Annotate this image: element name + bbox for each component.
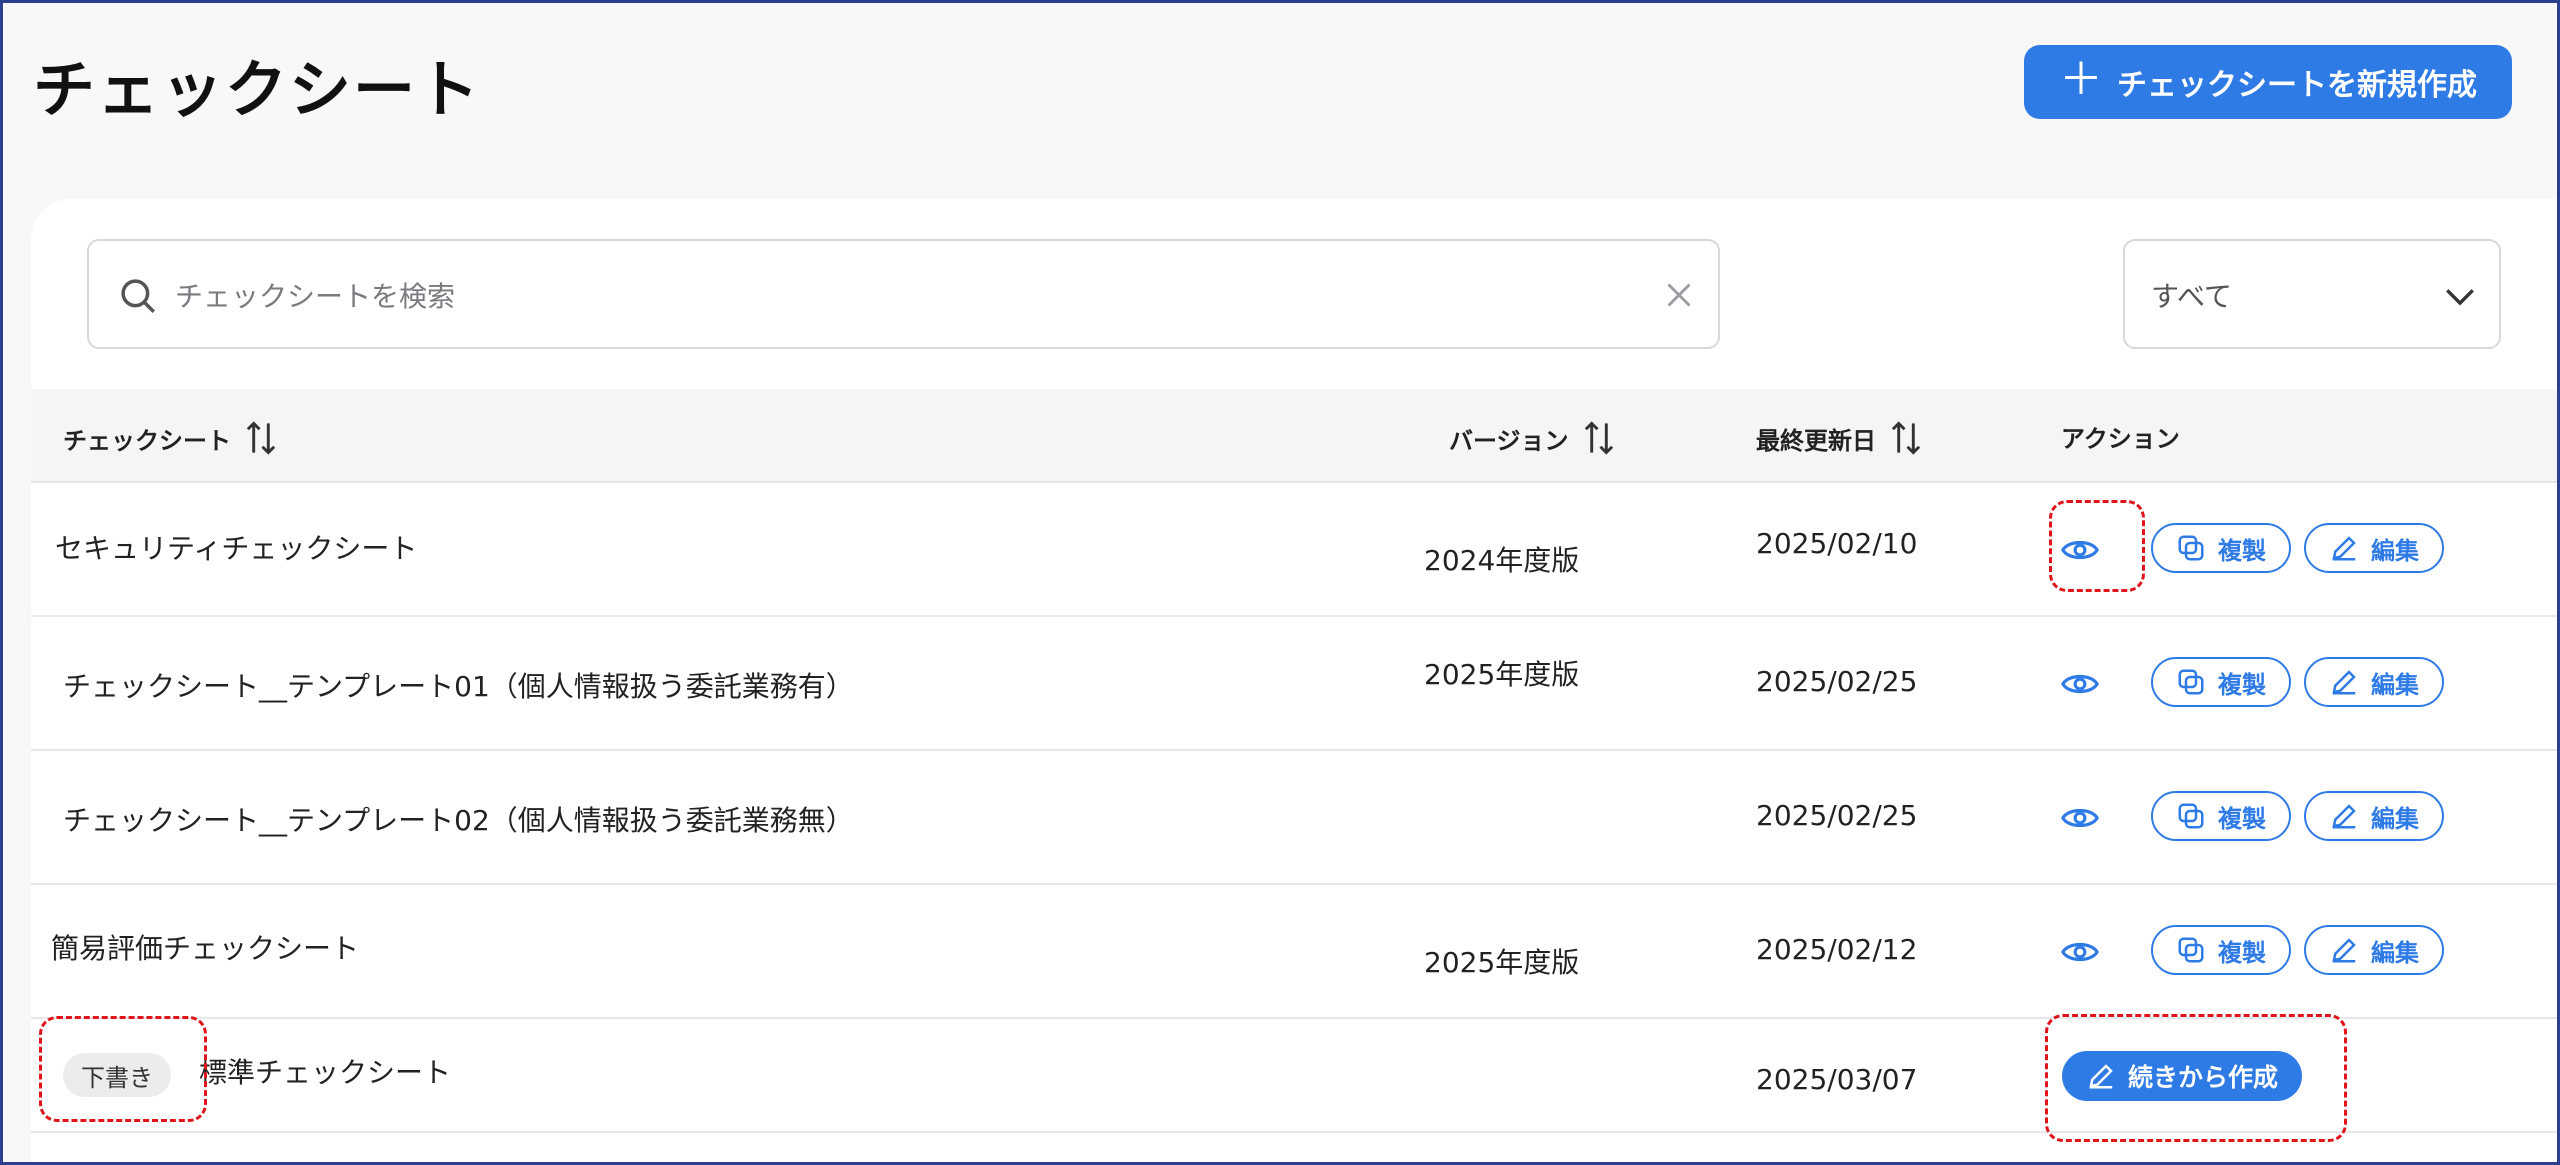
view-button[interactable] bbox=[2051, 659, 2109, 709]
plus-icon: ＋ bbox=[2059, 54, 2103, 105]
view-button[interactable] bbox=[2051, 525, 2109, 575]
row-version: 2025年度版 bbox=[1424, 946, 1580, 979]
duplicate-button[interactable]: 複製 bbox=[2151, 523, 2291, 573]
eye-icon bbox=[2061, 808, 2099, 828]
clear-icon[interactable] bbox=[1661, 277, 1697, 313]
edit-button[interactable]: 編集 bbox=[2304, 925, 2444, 975]
pencil-icon bbox=[2089, 1064, 2113, 1089]
row-name[interactable]: セキュリティチェックシート bbox=[55, 527, 417, 567]
column-header-version[interactable]: バージョン bbox=[1449, 419, 1617, 457]
row-updated: 2025/02/25 bbox=[1756, 799, 1918, 832]
table-header: チェックシート バージョン 最終更新日 アクション bbox=[31, 389, 2557, 483]
row-version: 2024年度版 bbox=[1424, 544, 1580, 577]
view-button[interactable] bbox=[2051, 927, 2109, 977]
draft-badge: 下書き bbox=[63, 1053, 171, 1097]
pencil-icon bbox=[2332, 938, 2356, 963]
edit-button[interactable]: 編集 bbox=[2304, 657, 2444, 707]
table-row[interactable]: セキュリティチェックシート 2024年度版 2025/02/10 複製 編集 bbox=[31, 483, 2557, 617]
create-button-label: チェックシートを新規作成 bbox=[2117, 68, 2477, 103]
sort-icon bbox=[1584, 421, 1613, 455]
sort-icon bbox=[246, 421, 276, 455]
row-updated: 2025/02/12 bbox=[1756, 933, 1918, 966]
eye-icon bbox=[2061, 540, 2099, 560]
search-box bbox=[87, 239, 1720, 349]
search-icon bbox=[121, 279, 155, 313]
duplicate-button[interactable]: 複製 bbox=[2151, 657, 2291, 707]
pencil-icon bbox=[2332, 804, 2356, 829]
app-frame: チェックシート ＋ チェックシートを新規作成 すべて チェックシー bbox=[0, 0, 2560, 1165]
eye-icon bbox=[2061, 942, 2099, 962]
filter-selected-value: すべて bbox=[2151, 280, 2232, 313]
page-title: チェックシート bbox=[33, 53, 482, 126]
column-header-actions: アクション bbox=[2061, 425, 2180, 453]
duplicate-button[interactable]: 複製 bbox=[2151, 791, 2291, 841]
sort-icon bbox=[1891, 421, 1921, 455]
chevron-down-icon bbox=[2446, 289, 2474, 306]
table-row[interactable]: 下書き 標準チェックシート 2025/03/07 続きから作成 bbox=[31, 1019, 2557, 1133]
row-updated: 2025/02/25 bbox=[1756, 665, 1918, 698]
copy-icon bbox=[2178, 937, 2204, 963]
search-input[interactable] bbox=[175, 271, 1575, 321]
table-row[interactable]: 簡易評価チェックシート 2025年度版 2025/02/12 複製 編集 bbox=[31, 885, 2557, 1019]
pencil-icon bbox=[2332, 670, 2356, 695]
pencil-icon bbox=[2332, 536, 2356, 561]
row-name[interactable]: 標準チェックシート bbox=[199, 1051, 451, 1091]
copy-icon bbox=[2178, 535, 2204, 561]
view-button[interactable] bbox=[2051, 793, 2109, 843]
duplicate-button[interactable]: 複製 bbox=[2151, 925, 2291, 975]
create-checksheet-button[interactable]: ＋ チェックシートを新規作成 bbox=[2024, 45, 2512, 119]
row-name[interactable]: 簡易評価チェックシート bbox=[51, 927, 359, 967]
table-row[interactable]: チェックシート__テンプレート01（個人情報扱う委託業務有） 2025年度版 2… bbox=[31, 617, 2557, 751]
checksheet-list-card: すべて チェックシート バージョン 最終更新 bbox=[31, 199, 2557, 1162]
edit-button[interactable]: 編集 bbox=[2304, 791, 2444, 841]
row-name[interactable]: チェックシート__テンプレート01（個人情報扱う委託業務有） bbox=[63, 665, 854, 705]
column-header-name[interactable]: チェックシート bbox=[63, 419, 279, 457]
table-row[interactable]: チェックシート__テンプレート02（個人情報扱う委託業務無） 2025/02/2… bbox=[31, 751, 2557, 885]
continue-create-button[interactable]: 続きから作成 bbox=[2062, 1051, 2302, 1101]
edit-button[interactable]: 編集 bbox=[2304, 523, 2444, 573]
row-updated: 2025/02/10 bbox=[1756, 527, 1918, 560]
row-name[interactable]: チェックシート__テンプレート02（個人情報扱う委託業務無） bbox=[63, 799, 854, 839]
copy-icon bbox=[2178, 669, 2204, 695]
column-header-updated[interactable]: 最終更新日 bbox=[1756, 419, 1924, 457]
status-filter-select[interactable]: すべて bbox=[2123, 239, 2501, 349]
eye-icon bbox=[2061, 674, 2099, 694]
copy-icon bbox=[2178, 803, 2204, 829]
row-version: 2025年度版 bbox=[1424, 658, 1580, 691]
row-updated: 2025/03/07 bbox=[1756, 1063, 1918, 1096]
